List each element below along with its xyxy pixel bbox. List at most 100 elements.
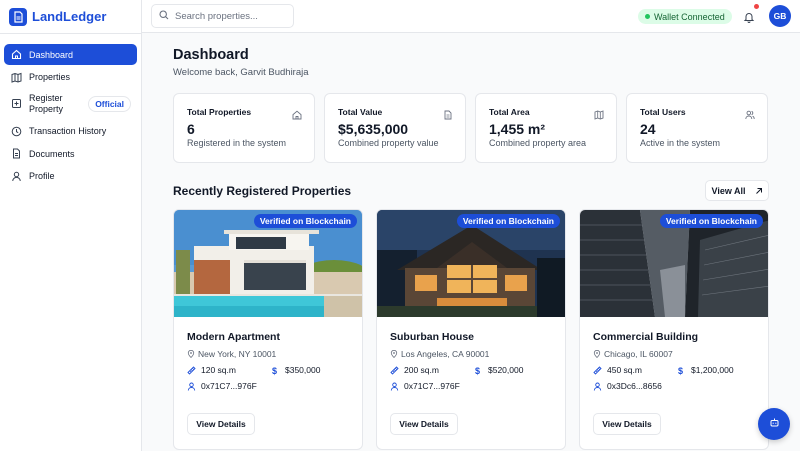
property-owner-text: 0x3Dc6...8656: [607, 381, 662, 391]
property-owner-text: 0x71C7...976F: [404, 381, 460, 391]
ruler-icon: [593, 365, 602, 375]
property-price-text: $520,000: [488, 365, 524, 375]
property-name: Modern Apartment: [187, 331, 280, 343]
document-icon: [443, 107, 453, 120]
stat-card-total-value: Total Value $5,635,000 Combined property…: [324, 93, 466, 163]
map-pin-icon: [593, 349, 601, 359]
bell-icon[interactable]: [743, 10, 755, 23]
stat-subtext: Combined property value: [338, 138, 439, 148]
property-card[interactable]: Verified on Blockchain Modern Apartment …: [173, 209, 363, 450]
page-title: Dashboard: [173, 47, 249, 63]
wallet-status-label: Wallet Connected: [654, 11, 725, 22]
sidebar-item-transaction-history[interactable]: Transaction History: [4, 121, 137, 142]
app-name: LandLedger: [32, 9, 107, 24]
stat-subtext: Active in the system: [640, 138, 721, 148]
app-logo[interactable]: LandLedger: [0, 0, 141, 34]
sidebar-item-label: Profile: [29, 171, 55, 181]
property-price: $ $1,200,000: [678, 365, 734, 376]
plus-square-icon: [11, 98, 22, 109]
property-area-text: 120 sq.m: [201, 365, 236, 375]
top-bar: Wallet Connected GB: [142, 0, 800, 33]
chat-assistant-button[interactable]: [758, 408, 790, 440]
user-icon: [187, 382, 196, 391]
view-all-button[interactable]: View All: [705, 180, 769, 201]
property-owner: 0x3Dc6...8656: [593, 381, 662, 391]
bot-icon: [769, 415, 780, 433]
property-owner: 0x71C7...976F: [390, 381, 460, 391]
main-content: Dashboard Welcome back, Garvit Budhiraja…: [142, 33, 800, 451]
map-pin-icon: [390, 349, 398, 359]
wallet-status-badge[interactable]: Wallet Connected: [638, 9, 732, 24]
view-details-button[interactable]: View Details: [187, 413, 255, 435]
map-pin-icon: [187, 349, 195, 359]
stat-card-total-users: Total Users 24 Active in the system: [626, 93, 768, 163]
clock-icon: [11, 126, 22, 137]
sidebar-item-profile[interactable]: Profile: [4, 166, 137, 187]
sidebar-item-documents[interactable]: Documents: [4, 143, 137, 164]
view-details-button[interactable]: View Details: [390, 413, 458, 435]
section-title: Recently Registered Properties: [173, 184, 352, 198]
property-area: 450 sq.m: [593, 365, 642, 375]
property-owner-text: 0x71C7...976F: [201, 381, 257, 391]
stat-card-total-properties: Total Properties 6 Registered in the sys…: [173, 93, 315, 163]
property-price: $ $520,000: [475, 365, 524, 376]
search-input[interactable]: [175, 10, 285, 22]
logo-document-icon: [9, 7, 27, 26]
property-area: 120 sq.m: [187, 365, 236, 375]
stat-card-total-area: Total Area 1,455 m² Combined property ar…: [475, 93, 617, 163]
users-icon: [745, 107, 755, 120]
ruler-icon: [187, 365, 196, 375]
home-icon: [292, 107, 302, 120]
search-icon: [159, 7, 169, 25]
property-card[interactable]: Verified on Blockchain Commercial Buildi…: [579, 209, 769, 450]
property-image-commercial-building: Verified on Blockchain: [580, 210, 768, 317]
property-location: Chicago, IL 60007: [593, 349, 673, 359]
property-location: Los Angeles, CA 90001: [390, 349, 489, 359]
avatar[interactable]: GB: [769, 5, 791, 27]
property-location: New York, NY 10001: [187, 349, 276, 359]
arrow-up-right-icon: [755, 187, 763, 195]
view-details-button[interactable]: View Details: [593, 413, 661, 435]
property-location-text: New York, NY 10001: [198, 349, 277, 359]
stat-value: 6: [187, 121, 195, 137]
status-dot-icon: [645, 14, 650, 19]
property-card[interactable]: Verified on Blockchain Suburban House Lo…: [376, 209, 566, 450]
stat-subtext: Combined property area: [489, 138, 587, 148]
sidebar-item-label: Register Property: [29, 92, 64, 114]
verified-badge: Verified on Blockchain: [456, 214, 560, 228]
sidebar-item-label: Transaction History: [29, 126, 107, 136]
ruler-icon: [390, 365, 399, 375]
search-box: [151, 4, 294, 28]
verified-badge: Verified on Blockchain: [253, 214, 357, 228]
property-price-text: $350,000: [285, 365, 321, 375]
property-location-text: Los Angeles, CA 90001: [401, 349, 490, 359]
sidebar-item-label: Properties: [29, 72, 71, 82]
stat-value: 1,455 m²: [489, 121, 546, 137]
sidebar-item-properties[interactable]: Properties: [4, 67, 137, 88]
user-icon: [593, 382, 602, 391]
sidebar-item-register-property[interactable]: Register Property Official: [4, 92, 137, 116]
property-area-text: 200 sq.m: [404, 365, 439, 375]
dollar-icon: $: [678, 365, 684, 376]
map-icon: [11, 72, 22, 83]
property-price: $ $350,000: [272, 365, 321, 376]
document-icon: [11, 148, 22, 159]
sidebar-item-dashboard[interactable]: Dashboard: [4, 44, 137, 65]
home-icon: [11, 49, 22, 60]
sidebar-nav: Dashboard Properties Register Property O…: [0, 34, 141, 187]
dollar-icon: $: [272, 365, 278, 376]
verified-badge: Verified on Blockchain: [659, 214, 763, 228]
map-icon: [594, 107, 604, 120]
property-price-text: $1,200,000: [691, 365, 734, 375]
sidebar-item-label: Documents: [29, 148, 75, 159]
dollar-icon: $: [475, 365, 481, 376]
welcome-text: Welcome back, Garvit Budhiraja: [173, 67, 309, 78]
user-icon: [11, 171, 22, 182]
property-location-text: Chicago, IL 60007: [604, 349, 673, 359]
property-owner: 0x71C7...976F: [187, 381, 257, 391]
property-image-modern-apartment: Verified on Blockchain: [174, 210, 362, 317]
stat-value: 24: [640, 121, 656, 137]
property-name: Suburban House: [390, 331, 475, 343]
stat-subtext: Registered in the system: [187, 138, 287, 148]
sidebar: LandLedger Dashboard Properties Register…: [0, 0, 142, 451]
